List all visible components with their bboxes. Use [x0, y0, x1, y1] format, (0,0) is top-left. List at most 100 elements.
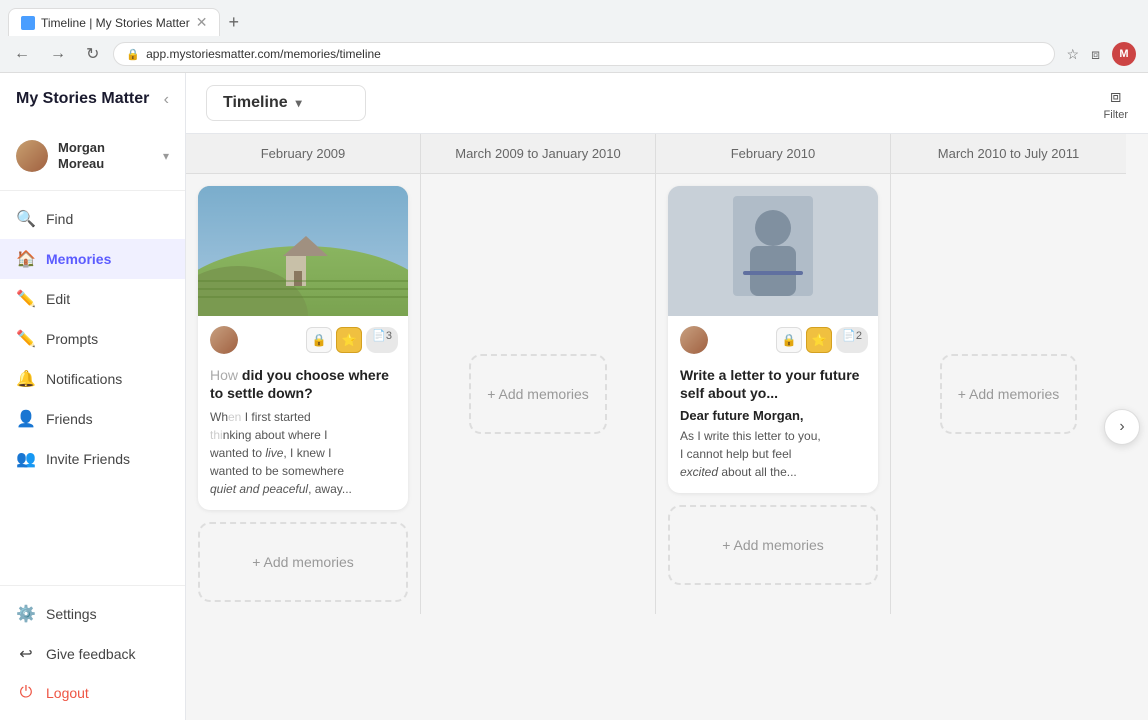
sidebar-item-memories[interactable]: 🏠 Memories: [0, 239, 185, 279]
col-date-range-mar2010: March 2010 to July 2011: [938, 146, 1079, 161]
sidebar-item-invite-friends[interactable]: 👥 Invite Friends: [0, 439, 185, 479]
filter-button[interactable]: ⧈ Filter: [1104, 86, 1128, 121]
add-memories-feb2009-bottom[interactable]: + Add memories: [198, 522, 408, 602]
avatar: [16, 140, 48, 172]
card-lock-button-2[interactable]: 🔒: [776, 327, 802, 353]
active-tab[interactable]: Timeline | My Stories Matter ✕: [8, 8, 220, 36]
card-preview-name-2: Dear future Morgan,: [680, 408, 866, 423]
sidebar-item-prompts[interactable]: ✏️ Prompts: [0, 319, 185, 359]
sidebar-item-logout[interactable]: ⏻ Logout: [0, 674, 185, 712]
sidebar-label-edit: Edit: [46, 291, 169, 307]
url-input[interactable]: 🔒 app.mystoriesmatter.com/memories/timel…: [113, 42, 1054, 66]
add-memories-label-2b: + Add memories: [722, 537, 824, 553]
sidebar-bottom: ⚙️ Settings ↩ Give feedback ⏻ Logout: [0, 577, 185, 720]
logout-icon: ⏻: [16, 684, 36, 702]
timeline-col-feb2010: February 2010: [656, 134, 891, 614]
card-count-1: 📄3: [366, 327, 398, 353]
notifications-icon: 🔔: [16, 369, 36, 389]
col-header-feb2010: February 2010: [656, 134, 890, 174]
sidebar-label-prompts: Prompts: [46, 331, 169, 347]
profile-button[interactable]: M: [1108, 40, 1140, 68]
memory-card-1: 🔒 ⭐ 📄3 How did you choose where to settl…: [198, 186, 408, 510]
bookmark-star-button[interactable]: ☆: [1063, 40, 1084, 68]
col-header-mar2010: March 2010 to July 2011: [891, 134, 1126, 174]
sidebar-label-find: Find: [46, 211, 169, 227]
sidebar-item-settings[interactable]: ⚙️ Settings: [0, 594, 185, 634]
card-star-button-1[interactable]: ⭐: [336, 327, 362, 353]
timeline-col-feb2009: February 2009: [186, 134, 421, 614]
sidebar-label-logout: Logout: [46, 685, 169, 701]
card-preview-1: When I first started thinking about wher…: [210, 408, 396, 498]
card-actions-1: 🔒 ⭐ 📄3: [306, 327, 398, 353]
add-memories-label-0b: + Add memories: [252, 554, 354, 570]
card-body-2: Write a letter to your future self about…: [668, 356, 878, 493]
new-tab-button[interactable]: +: [220, 12, 247, 33]
sidebar-label-notifications: Notifications: [46, 371, 169, 387]
sidebar-item-feedback[interactable]: ↩ Give feedback: [0, 634, 185, 674]
view-selector-chevron-icon: ▾: [296, 96, 302, 110]
extensions-button[interactable]: ⧈: [1087, 40, 1104, 68]
card-preview-2: As I write this letter to you, I cannot …: [680, 427, 866, 481]
avatar-image-1: [210, 326, 238, 354]
card-avatar-2: [678, 324, 710, 356]
sidebar-item-notifications[interactable]: 🔔 Notifications: [0, 359, 185, 399]
feedback-icon: ↩: [16, 644, 36, 664]
profile-avatar: M: [1112, 42, 1136, 66]
forward-button[interactable]: →: [44, 43, 72, 65]
reload-button[interactable]: ↻: [80, 42, 105, 66]
card-avatar-1: [208, 324, 240, 356]
sidebar-label-memories: Memories: [46, 251, 169, 267]
card-meta-2: 🔒 ⭐ 📄2: [668, 316, 878, 356]
tab-title: Timeline | My Stories Matter: [41, 16, 190, 30]
card-actions-2: 🔒 ⭐ 📄2: [776, 327, 868, 353]
memory-card-2: 🔒 ⭐ 📄2 Write a letter to your future sel…: [668, 186, 878, 493]
filter-icon: ⧈: [1110, 86, 1121, 107]
sidebar-label-invite: Invite Friends: [46, 451, 169, 467]
prompts-icon: ✏️: [16, 329, 36, 349]
card-star-button-2[interactable]: ⭐: [806, 327, 832, 353]
timeline-next-button[interactable]: ›: [1104, 409, 1140, 445]
add-memories-label-3: + Add memories: [958, 386, 1060, 402]
user-chevron-icon: ▾: [163, 149, 169, 163]
card-title-1: How did you choose where to settle down?: [210, 366, 396, 402]
main-content: Timeline ▾ ⧈ Filter February 2009: [186, 73, 1148, 720]
tab-close-button[interactable]: ✕: [196, 14, 208, 31]
sidebar-item-friends[interactable]: 👤 Friends: [0, 399, 185, 439]
browser-chrome: Timeline | My Stories Matter ✕ + ← → ↻ 🔒…: [0, 0, 1148, 73]
card-title-2: Write a letter to your future self about…: [680, 366, 866, 402]
add-memories-label-1: + Add memories: [487, 386, 589, 402]
url-text: app.mystoriesmatter.com/memories/timelin…: [146, 47, 381, 61]
card-meta-1: 🔒 ⭐ 📄3: [198, 316, 408, 356]
sidebar-logo-area: ‹ My Stories Matter: [0, 73, 185, 122]
sidebar-item-edit[interactable]: ✏️ Edit: [0, 279, 185, 319]
app: ‹ My Stories Matter Morgan Moreau ▾ 🔍 Fi…: [0, 73, 1148, 720]
settings-icon: ⚙️: [16, 604, 36, 624]
col-body-mar2009: + Add memories: [421, 174, 655, 614]
card-count-2: 📄2: [836, 327, 868, 353]
edit-icon: ✏️: [16, 289, 36, 309]
add-memories-feb2010-bottom[interactable]: + Add memories: [668, 505, 878, 585]
sidebar-user-item[interactable]: Morgan Moreau ▾: [0, 130, 185, 182]
col-date-range-feb2009: February 2009: [261, 146, 346, 161]
sidebar: ‹ My Stories Matter Morgan Moreau ▾ 🔍 Fi…: [0, 73, 186, 720]
card-image-portrait: [668, 186, 878, 316]
col-body-feb2010: 🔒 ⭐ 📄2 Write a letter to your future sel…: [656, 174, 890, 614]
col-header-mar2009: March 2009 to January 2010: [421, 134, 655, 174]
add-memories-mar2010[interactable]: + Add memories: [940, 354, 1078, 434]
timeline-wrapper: February 2009: [186, 134, 1148, 720]
sidebar-collapse-button[interactable]: ‹: [164, 91, 169, 109]
card-lock-button-1[interactable]: 🔒: [306, 327, 332, 353]
user-info: Morgan Moreau: [58, 140, 153, 171]
add-memories-mar2009[interactable]: + Add memories: [469, 354, 607, 434]
address-bar: ← → ↻ 🔒 app.mystoriesmatter.com/memories…: [0, 36, 1148, 72]
back-button[interactable]: ←: [8, 43, 36, 65]
tab-favicon: [21, 16, 35, 30]
filter-label: Filter: [1104, 109, 1128, 121]
sidebar-nav: Morgan Moreau ▾ 🔍 Find 🏠 Memories ✏️ Edi…: [0, 122, 185, 577]
view-selector[interactable]: Timeline ▾: [206, 85, 366, 121]
user-name-line1: Morgan: [58, 140, 153, 156]
avatar-image-2: [680, 326, 708, 354]
sidebar-item-find[interactable]: 🔍 Find: [0, 199, 185, 239]
sidebar-label-feedback: Give feedback: [46, 646, 169, 662]
col-body-mar2010: + Add memories: [891, 174, 1126, 614]
